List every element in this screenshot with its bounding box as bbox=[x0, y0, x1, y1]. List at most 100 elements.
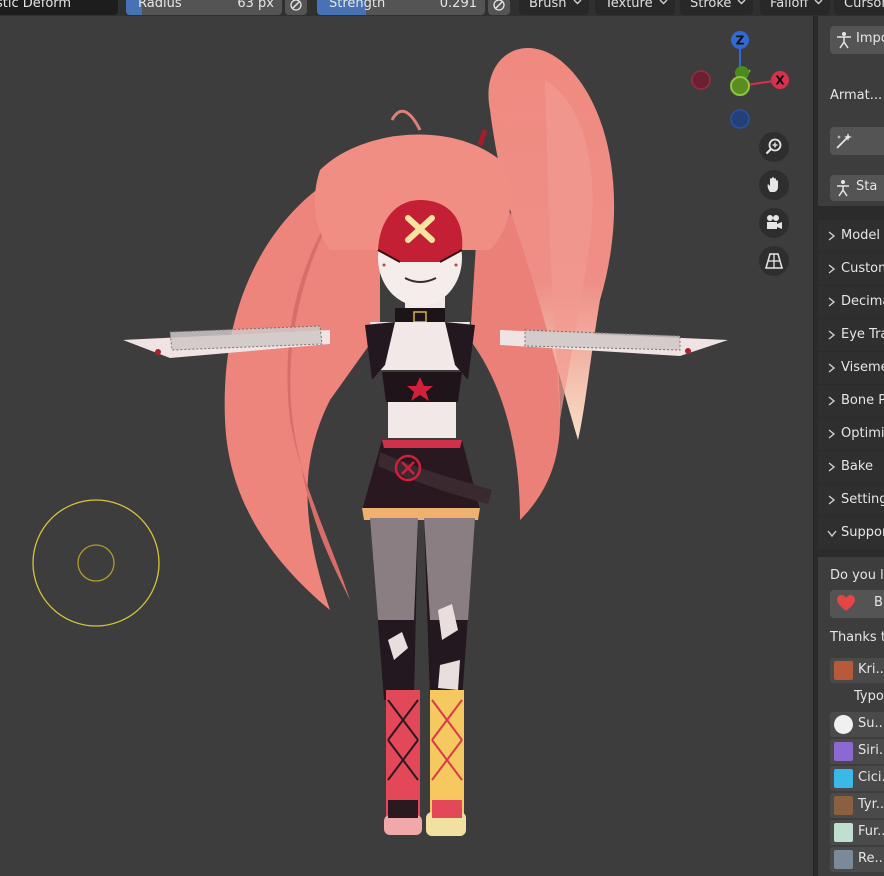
gizmo-neg-y[interactable] bbox=[730, 76, 750, 96]
panel-visemes[interactable]: Viseme bbox=[818, 352, 884, 384]
supporter-row[interactable]: Cici... bbox=[830, 766, 884, 791]
panel-label: Viseme bbox=[841, 360, 884, 375]
chevron-right-icon bbox=[828, 363, 836, 373]
pan-button[interactable] bbox=[759, 170, 789, 200]
panel-eye-tracking[interactable]: Eye Tra bbox=[818, 319, 884, 351]
thanks-text: Thanks t bbox=[830, 630, 884, 645]
texture-menu[interactable]: Texture bbox=[595, 0, 675, 15]
supporter-name: Kri... bbox=[858, 662, 884, 677]
pen-pressure-icon bbox=[493, 0, 505, 11]
strength-slider[interactable]: Strength 0.291 bbox=[317, 0, 485, 15]
supporter-name: Siri... bbox=[858, 743, 884, 758]
supporter-tier-label: Typo bbox=[854, 689, 884, 704]
armature-import-icon bbox=[837, 32, 851, 49]
chevron-right-icon bbox=[828, 231, 836, 241]
gizmo-neg-z[interactable] bbox=[730, 109, 750, 129]
pen-pressure-icon bbox=[290, 0, 302, 11]
radius-value: 63 px bbox=[237, 0, 274, 11]
panel-bone-parenting[interactable]: Bone P bbox=[818, 385, 884, 417]
panel-decimation[interactable]: Decima bbox=[818, 286, 884, 318]
strength-value: 0.291 bbox=[439, 0, 477, 11]
start-pose-mode-button[interactable]: Sta bbox=[830, 175, 884, 201]
pose-icon bbox=[837, 180, 849, 197]
chevron-right-icon bbox=[828, 396, 836, 406]
panel-label: Optimiz bbox=[841, 426, 884, 441]
heart-icon bbox=[837, 595, 855, 611]
radius-label: Radius bbox=[138, 0, 182, 11]
panel-label: Decima bbox=[841, 294, 884, 309]
supporter-row[interactable]: Fur... bbox=[830, 820, 884, 845]
camera-icon bbox=[767, 215, 782, 229]
panel-label: Model O bbox=[841, 228, 884, 243]
supporter-row[interactable]: Tyr... bbox=[830, 793, 884, 818]
buy-coffee-button[interactable]: Bu bbox=[830, 590, 884, 618]
brush-menu-label: Brush bbox=[529, 0, 567, 11]
stroke-menu-label: Stroke bbox=[690, 0, 732, 11]
panel-label: Bake bbox=[841, 459, 873, 474]
radius-slider[interactable]: Radius 63 px bbox=[126, 0, 282, 15]
supporter-avatar bbox=[834, 769, 853, 788]
stroke-menu[interactable]: Stroke bbox=[680, 0, 754, 15]
panel-optimization[interactable]: Optimiz bbox=[818, 418, 884, 450]
strength-pressure-button[interactable] bbox=[488, 0, 510, 15]
panel-label: Setting bbox=[841, 492, 884, 507]
supporter-avatar bbox=[834, 742, 853, 761]
chevron-down-icon bbox=[659, 0, 668, 5]
brush-mode-field[interactable]: stic Deform bbox=[0, 0, 118, 15]
supporter-name: Re... bbox=[858, 851, 884, 866]
panel-label: Bone P bbox=[841, 393, 884, 408]
start-pose-mode-label: Sta bbox=[856, 179, 878, 194]
zoom-button[interactable] bbox=[759, 132, 789, 162]
chevron-down-icon bbox=[814, 0, 823, 5]
perspective-toggle-button[interactable] bbox=[759, 246, 789, 276]
3d-viewport[interactable]: Z X bbox=[0, 16, 813, 876]
camera-view-button[interactable] bbox=[759, 208, 789, 238]
panel-settings[interactable]: Setting bbox=[818, 484, 884, 516]
gizmo-z-label: Z bbox=[736, 34, 745, 48]
panel-custom-model[interactable]: Custom bbox=[818, 253, 884, 285]
brush-mode-label: stic Deform bbox=[0, 0, 72, 11]
supporter-name: Su... bbox=[858, 716, 884, 731]
chevron-down-icon bbox=[737, 0, 746, 5]
armature-label: Armat... bbox=[830, 88, 883, 103]
supporter-avatar bbox=[834, 850, 853, 869]
navigation-gizmo[interactable]: Z X bbox=[688, 28, 798, 132]
supporter-name: Fur... bbox=[858, 824, 884, 839]
buy-coffee-label: Bu bbox=[874, 595, 884, 610]
chevron-right-icon bbox=[828, 462, 836, 472]
radius-pressure-button[interactable] bbox=[285, 0, 307, 15]
supporter-row[interactable]: Re... bbox=[830, 847, 884, 872]
zoom-icon bbox=[765, 138, 782, 155]
gizmo-neg-x[interactable] bbox=[691, 70, 711, 90]
support-question-text: Do you l bbox=[830, 568, 884, 583]
panel-label: Eye Tra bbox=[841, 327, 884, 342]
supporter-avatar bbox=[834, 796, 853, 815]
cats-sidebar: Impo Armat... Sta Model O Custom Decima … bbox=[813, 16, 884, 876]
chevron-right-icon bbox=[828, 330, 836, 340]
brush-inner-circle bbox=[77, 544, 115, 582]
chevron-right-icon bbox=[828, 495, 836, 505]
cursor-menu-label: Cursor bbox=[844, 0, 884, 11]
fix-model-button[interactable] bbox=[830, 127, 884, 155]
chevron-right-icon bbox=[828, 264, 836, 274]
falloff-menu-label: Falloff bbox=[770, 0, 809, 11]
panel-bake[interactable]: Bake bbox=[818, 451, 884, 483]
hand-icon bbox=[767, 177, 778, 192]
panel-label: Custom bbox=[841, 261, 884, 276]
supporter-row[interactable]: Su... bbox=[830, 712, 884, 737]
chevron-down-icon bbox=[573, 0, 582, 5]
panel-model-options[interactable]: Model O bbox=[818, 220, 884, 252]
texture-menu-label: Texture bbox=[605, 0, 653, 11]
import-model-button[interactable]: Impo bbox=[830, 26, 884, 54]
import-model-label: Impo bbox=[856, 31, 884, 46]
supporter-name: Cici... bbox=[858, 770, 884, 785]
cursor-menu[interactable]: Cursor bbox=[834, 0, 884, 15]
panel-supporters[interactable]: Suppor bbox=[818, 517, 884, 549]
supporter-row[interactable]: Kri... bbox=[830, 658, 884, 683]
falloff-menu[interactable]: Falloff bbox=[760, 0, 831, 15]
supporter-avatar bbox=[834, 661, 853, 680]
brush-menu[interactable]: Brush bbox=[519, 0, 589, 15]
supporter-row[interactable]: Siri... bbox=[830, 739, 884, 764]
strength-label: Strength bbox=[329, 0, 386, 11]
supporter-avatar bbox=[834, 823, 853, 842]
